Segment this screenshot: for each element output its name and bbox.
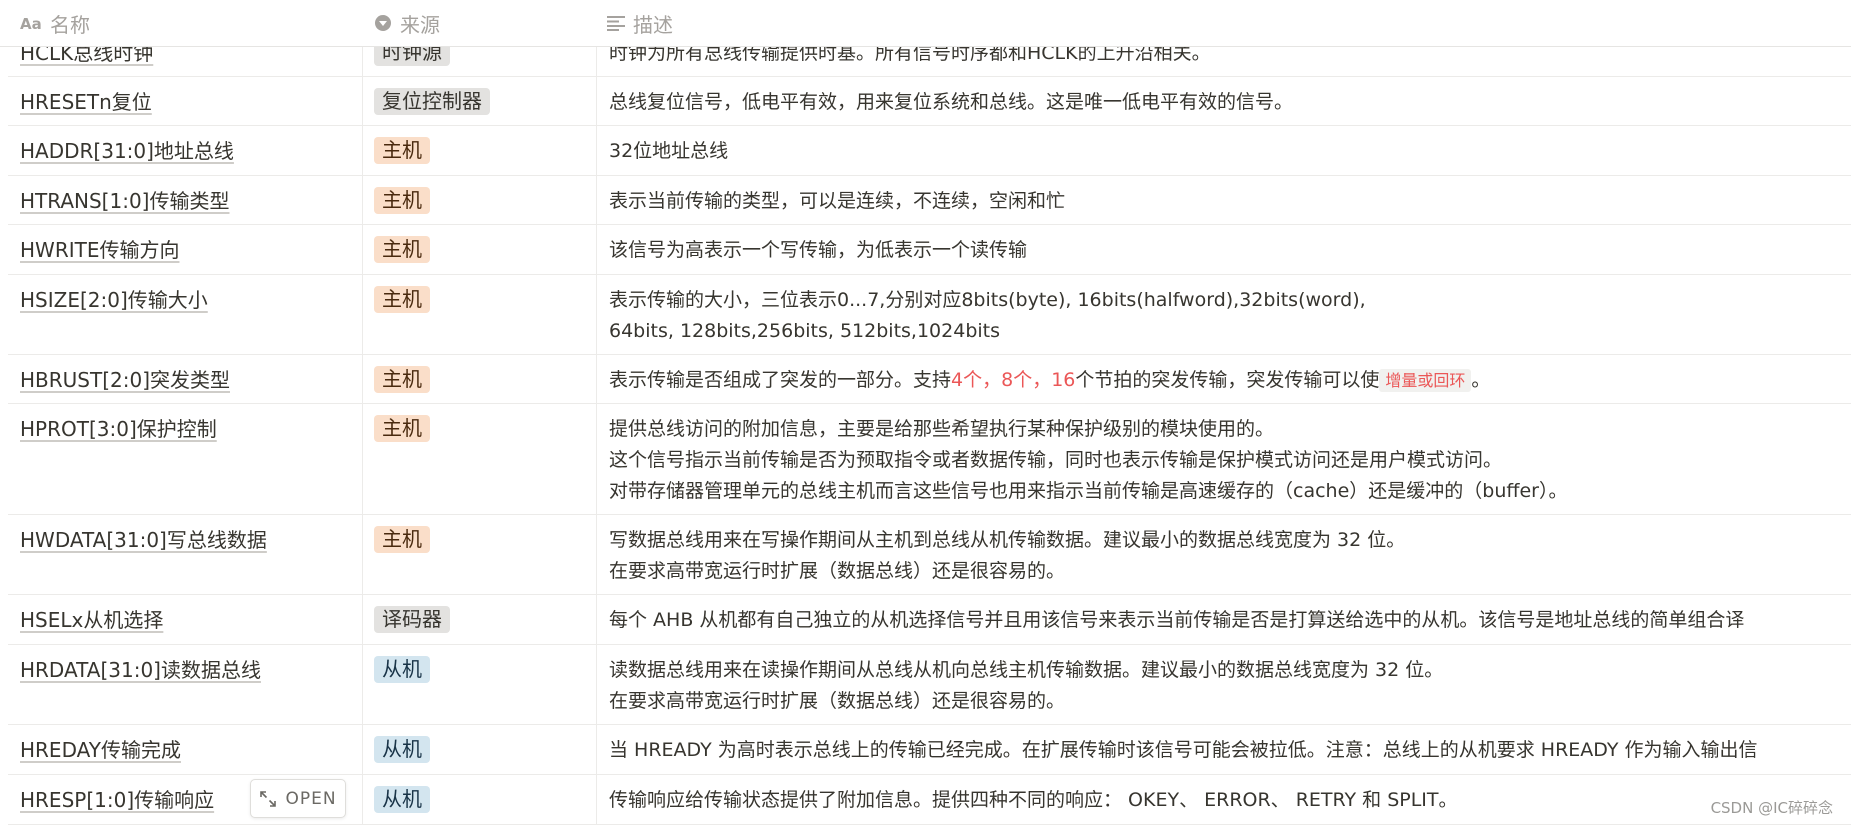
watermark: CSDN @IC碎碎念	[1710, 799, 1833, 817]
open-button-label: OPEN	[285, 788, 337, 809]
table-row[interactable]: HREDAY传输完成 从机 当 HREADY 为高时表示总线上的传输已经完成。在…	[8, 724, 1851, 775]
expand-diagonal-icon	[260, 790, 277, 807]
column-header-source-label: 来源	[400, 12, 440, 37]
description-line: 每个 AHB 从机都有自己独立的从机选择信号并且用该信号来表示当前传输是否是打算…	[609, 609, 1745, 631]
row-name-link[interactable]: HWRITE传输方向	[20, 237, 179, 263]
table-row[interactable]: HPROT[3:0]保护控制 主机 提供总线访问的附加信息，主要是给那些希望执行…	[8, 403, 1851, 515]
description-line: 提供总线访问的附加信息，主要是给那些希望执行某种保护级别的模块使用的。	[609, 418, 1275, 440]
description-line: 在要求高带宽运行时扩展（数据总线）还是很容易的。	[609, 690, 1066, 712]
table-row[interactable]: HBRUST[2:0]突发类型 主机 表示传输是否组成了突发的一部分。支持4个，…	[8, 354, 1851, 404]
database-table: Aa 名称 来源 描述 HCLK总线时钟 时钟源 时钟为所有总线传输提供时基。所…	[0, 0, 1851, 825]
description-line: 表示当前传输的类型，可以是连续，不连续，空闲和忙	[609, 190, 1066, 212]
table-row[interactable]: HSIZE[2:0]传输大小 主机 表示传输的大小，三位表示0...7,分别对应…	[8, 274, 1851, 355]
svg-text:Aa: Aa	[20, 15, 42, 31]
table-row[interactable]: HSELx从机选择 译码器 每个 AHB 从机都有自己独立的从机选择信号并且用该…	[8, 594, 1851, 645]
description-line: 在要求高带宽运行时扩展（数据总线）还是很容易的。	[609, 560, 1066, 582]
table-row[interactable]: HRDATA[31:0]读数据总线 从机 读数据总线用来在读操作期间从总线从机向…	[8, 644, 1851, 725]
source-tag: 主机	[374, 526, 430, 553]
description-line: 当 HREADY 为高时表示总线上的传输已经完成。在扩展传输时该信号可能会被拉低…	[609, 739, 1758, 761]
description-line: 总线复位信号，低电平有效，用来复位系统和总线。这是唯一低电平有效的信号。	[609, 91, 1294, 113]
source-tag: 从机	[374, 736, 430, 763]
highlight-text: 4个，8个，16	[951, 369, 1076, 391]
table-row[interactable]: HRESETn复位 复位控制器 总线复位信号，低电平有效，用来复位系统和总线。这…	[8, 76, 1851, 126]
text-lines-icon	[607, 16, 625, 31]
row-name-link[interactable]: HWDATA[31:0]写总线数据	[20, 527, 267, 553]
column-header-source[interactable]: 来源	[374, 0, 440, 46]
source-tag: 从机	[374, 786, 430, 813]
column-header-name-label: 名称	[50, 12, 90, 37]
description-line: 表示传输是否组成了突发的一部分。支持4个，8个，16个节拍的突发传输，突发传输可…	[609, 365, 1851, 396]
source-tag: 译码器	[374, 606, 450, 633]
source-tag: 主机	[374, 137, 430, 164]
source-tag: 主机	[374, 286, 430, 313]
source-tag: 主机	[374, 366, 430, 393]
description-line: 64bits, 128bits,256bits, 512bits,1024bit…	[609, 320, 1001, 342]
description-line: 读数据总线用来在读操作期间从总线从机向总线主机传输数据。建议最小的数据总线宽度为…	[609, 659, 1444, 681]
description-line: 传输响应给传输状态提供了附加信息。提供四种不同的响应： OKEY、 ERROR、…	[609, 789, 1458, 811]
row-name-link[interactable]: HSELx从机选择	[20, 607, 163, 633]
source-tag: 主机	[374, 415, 430, 442]
row-name-link[interactable]: HADDR[31:0]地址总线	[20, 138, 234, 164]
select-property-icon	[375, 15, 391, 31]
description-line: 对带存储器管理单元的总线主机而言这些信号也用来指示当前传输是高速缓存的（cach…	[609, 480, 1568, 502]
description-line: 写数据总线用来在写操作期间从主机到总线从机传输数据。建议最小的数据总线宽度为 3…	[609, 529, 1406, 551]
source-tag: 从机	[374, 656, 430, 683]
row-name-link[interactable]: HPROT[3:0]保护控制	[20, 416, 217, 442]
table-header: Aa 名称 来源 描述	[0, 0, 1851, 47]
row-name-link[interactable]: HRESP[1:0]传输响应	[20, 787, 214, 813]
column-header-name[interactable]: Aa 名称	[20, 0, 90, 46]
description-line: 表示传输的大小，三位表示0...7,分别对应8bits(byte), 16bit…	[609, 289, 1366, 311]
row-name-link[interactable]: HSIZE[2:0]传输大小	[20, 287, 208, 313]
description-text: 。	[1471, 369, 1491, 391]
row-name-link[interactable]: HTRANS[1:0]传输类型	[20, 188, 229, 214]
table-row[interactable]: HADDR[31:0]地址总线 主机 32位地址总线	[8, 125, 1851, 176]
row-name-link[interactable]: HBRUST[2:0]突发类型	[20, 367, 230, 393]
row-name-link[interactable]: HREDAY传输完成	[20, 737, 181, 763]
column-header-description[interactable]: 描述	[607, 0, 673, 46]
source-tag: 主机	[374, 236, 430, 263]
description-text: 表示传输是否组成了突发的一部分。支持	[609, 369, 952, 391]
table-row[interactable]: HWDATA[31:0]写总线数据 主机 写数据总线用来在写操作期间从主机到总线…	[8, 514, 1851, 595]
description-line: 32位地址总线	[609, 140, 729, 162]
table-row[interactable]: HWRITE传输方向 主机 该信号为高表示一个写传输，为低表示一个读传输	[8, 224, 1851, 275]
text-property-icon: Aa	[20, 15, 42, 31]
source-tag: 复位控制器	[374, 88, 490, 115]
open-page-button[interactable]: OPEN	[250, 779, 346, 818]
description-line: 这个信号指示当前传输是否为预取指令或者数据传输，同时也表示传输是保护模式访问还是…	[609, 449, 1503, 471]
row-name-link[interactable]: HRDATA[31:0]读数据总线	[20, 657, 261, 683]
row-name-link[interactable]: HRESETn复位	[20, 89, 152, 115]
source-tag: 主机	[374, 187, 430, 214]
description-line: 该信号为高表示一个写传输，为低表示一个读传输	[609, 239, 1028, 261]
table-row[interactable]: HTRANS[1:0]传输类型 主机 表示当前传输的类型，可以是连续，不连续，空…	[8, 175, 1851, 225]
description-text: 个节拍的突发传输，突发传输可以使	[1075, 369, 1380, 391]
inline-code: 增量或回环	[1379, 369, 1472, 392]
column-header-description-label: 描述	[633, 12, 673, 37]
